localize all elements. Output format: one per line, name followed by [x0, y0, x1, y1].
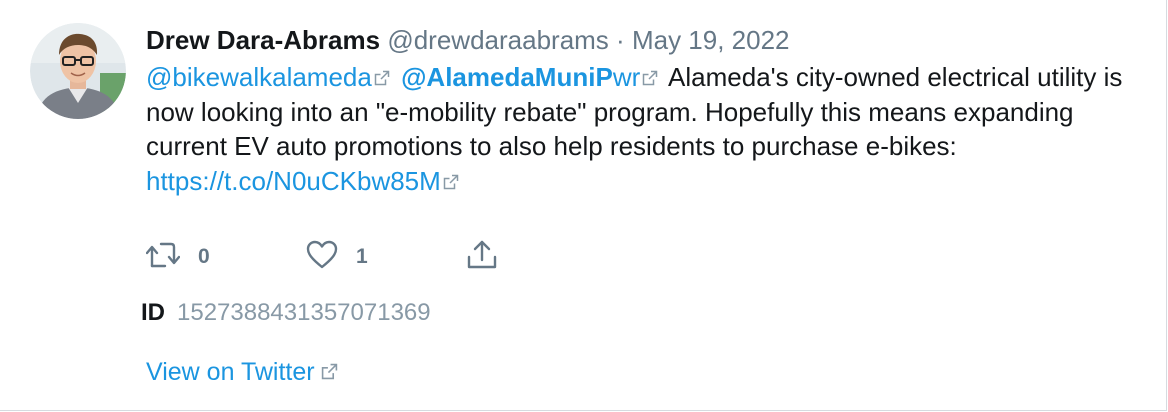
tweet-text: @bikewalkalameda @AlamedaMuniPwr Alameda… — [146, 60, 1136, 198]
tweet-url[interactable]: https://t.co/N0uCKbw85M — [146, 166, 441, 196]
external-link-icon — [642, 60, 658, 95]
mention-alamedamunipwr-bold: @AlamedaMuniP — [401, 62, 613, 92]
tweet-date[interactable]: May 19, 2022 — [632, 25, 790, 55]
heart-icon — [306, 240, 338, 275]
author-name[interactable]: Drew Dara-Abrams — [146, 25, 380, 55]
id-value: 1527388431357071369 — [177, 299, 431, 326]
tweet-actions: 0 1 — [145, 240, 546, 275]
id-label: ID — [141, 299, 165, 326]
external-link-icon — [321, 357, 338, 387]
like-count: 1 — [356, 245, 368, 268]
share-button[interactable] — [466, 240, 498, 274]
mention-alamedamunipwr-rest: wr — [612, 62, 641, 92]
external-link-icon — [443, 164, 459, 199]
retweet-count: 0 — [198, 245, 210, 268]
tweet-id-row: ID 1527388431357071369 — [141, 298, 431, 328]
mention-alamedamunipwr[interactable]: @AlamedaMuniPwr — [401, 62, 640, 92]
mention-bikewalkalameda[interactable]: @bikewalkalameda — [146, 62, 372, 92]
header-separator: · — [616, 25, 625, 55]
retweet-icon — [145, 240, 181, 275]
external-link-icon — [374, 60, 390, 95]
view-on-twitter-link[interactable]: View on Twitter — [146, 357, 342, 387]
tweet-header: Drew Dara-Abrams @drewdaraabrams · May 1… — [146, 24, 790, 56]
like-button[interactable]: 1 — [306, 240, 368, 274]
author-handle[interactable]: @drewdaraabrams — [387, 25, 608, 55]
avatar-image — [30, 23, 126, 119]
tweet-card: Drew Dara-Abrams @drewdaraabrams · May 1… — [0, 0, 1167, 411]
retweet-button[interactable]: 0 — [145, 240, 210, 275]
share-icon — [466, 239, 498, 276]
avatar[interactable] — [30, 23, 126, 119]
view-on-twitter-label: View on Twitter — [146, 358, 315, 386]
